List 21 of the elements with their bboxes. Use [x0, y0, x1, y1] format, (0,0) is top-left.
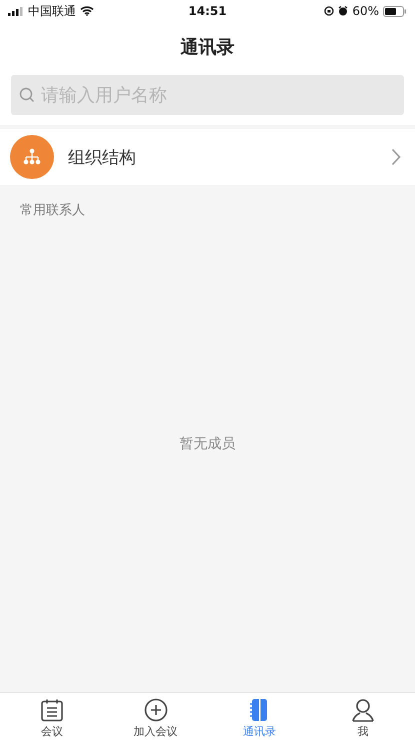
carrier-text: 中国联通	[28, 2, 76, 20]
section-label: 常用联系人	[19, 202, 86, 219]
org-structure-row[interactable]: 组织结构	[0, 129, 415, 185]
calendar-icon	[40, 698, 64, 722]
tab-item[interactable]: 我	[311, 693, 415, 743]
rotation-lock-icon	[324, 6, 334, 16]
tab-item[interactable]: 通讯录	[208, 693, 312, 743]
plus-circle-icon	[144, 698, 168, 722]
tab-item[interactable]: 会议	[0, 693, 104, 743]
empty-message: 暂无成员	[178, 435, 236, 453]
org-chart-icon	[10, 135, 54, 179]
signal-icon	[8, 6, 24, 16]
wifi-icon	[80, 6, 94, 16]
chevron-right-icon	[391, 148, 401, 166]
battery-icon	[383, 6, 407, 16]
alarm-icon	[338, 6, 348, 16]
status-time: 14:51	[188, 4, 227, 18]
person-icon	[351, 698, 376, 722]
page-title: 通讯录	[180, 36, 234, 59]
tab-item[interactable]: 加入会议	[104, 693, 208, 743]
battery-percent: 60%	[352, 4, 379, 18]
